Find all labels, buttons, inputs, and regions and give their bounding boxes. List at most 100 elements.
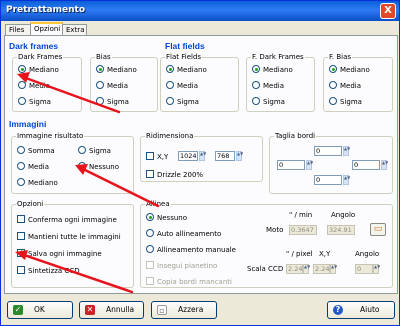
window-title: Pretrattamento <box>6 5 86 15</box>
f-dark-media-radio[interactable]: Media <box>252 81 284 91</box>
f-dark-frames-label: F. Dark Frames <box>251 53 305 62</box>
title-bar[interactable]: Pretrattamento X <box>1 1 399 21</box>
checkbox-unchecked <box>17 215 25 223</box>
resize-xy-checkbox[interactable]: X,Y <box>146 152 168 162</box>
allineamento-manuale-radio[interactable]: Allineamento manuale <box>146 245 236 255</box>
salva-checkbox[interactable]: Salva ogni immagine <box>17 247 102 259</box>
f-dark-sigma-radio[interactable]: Sigma <box>252 97 285 107</box>
allinea-group: Allinea Nessuno Auto allineamento Alline… <box>140 200 393 288</box>
radio-unselected <box>329 97 337 105</box>
crop-left-input[interactable]: 0 <box>277 160 305 170</box>
dark-media-radio[interactable]: Media <box>18 81 50 91</box>
scala-y-input[interactable]: 2.24 <box>313 264 330 274</box>
radio-unselected <box>17 178 25 186</box>
scala-x-input[interactable]: 2.24 <box>286 264 303 274</box>
dark-mediano-radio[interactable]: Mediano <box>18 65 59 75</box>
crop-top-spinner[interactable]: ▲▼ <box>343 146 350 156</box>
crop-top-input[interactable]: 0 <box>314 146 342 156</box>
radio-selected <box>78 162 86 170</box>
scala-angle-input[interactable]: 0 <box>355 264 373 274</box>
aiuto-button[interactable]: ? Aiuto <box>327 301 395 319</box>
scala-y-spinner[interactable]: ▲▼ <box>330 264 337 274</box>
radio-unselected <box>96 81 104 89</box>
bias-label: Bias <box>95 53 112 62</box>
radio-unselected <box>146 245 154 253</box>
f-bias-sigma-radio[interactable]: Sigma <box>329 97 362 107</box>
tab-files[interactable]: Files <box>5 24 31 35</box>
bias-mediano-radio[interactable]: Mediano <box>96 65 137 75</box>
tab-opzioni[interactable]: Opzioni <box>30 22 63 35</box>
flat-mediano-radio[interactable]: Mediano <box>166 65 207 75</box>
radio-unselected <box>166 97 174 105</box>
opzioni-group: Opzioni Conferma ogni immagine Mantieni … <box>11 200 134 288</box>
dark-frames-group: Dark Frames Mediano Media Sigma <box>12 53 82 112</box>
f-bias-group: F. Bias Mediano Media Sigma <box>323 53 393 112</box>
reset-icon: ▫ <box>157 305 167 315</box>
f-bias-mediano-radio[interactable]: Mediano <box>329 65 370 75</box>
annulla-button[interactable]: ✕ Annulla <box>79 301 144 319</box>
ok-button[interactable]: ✓ OK <box>7 301 73 319</box>
radio-unselected <box>96 97 104 105</box>
bias-group: Bias Mediano Media Sigma <box>90 53 158 112</box>
allinea-label: Allinea <box>145 200 171 209</box>
azzera-button[interactable]: ▫ Azzera <box>151 301 217 319</box>
crop-bottom-input[interactable]: 0 <box>314 175 342 185</box>
scala-ccd-label: Scala CCD <box>247 265 284 273</box>
mantieni-checkbox[interactable]: Mantieni tutte le immagini <box>17 232 121 242</box>
resize-x-spinner[interactable]: ▲▼ <box>199 151 206 161</box>
checkbox-checked <box>17 247 25 257</box>
mediano-radio[interactable]: Mediano <box>17 178 58 188</box>
resize-x-input[interactable]: 1024 <box>178 151 198 161</box>
drizzle-checkbox[interactable]: Drizzle 200% <box>146 170 203 180</box>
flat-sigma-radio[interactable]: Sigma <box>166 97 199 107</box>
radio-selected <box>146 213 154 221</box>
f-bias-label: F. Bias <box>328 53 353 62</box>
f-bias-media-radio[interactable]: Media <box>329 81 361 91</box>
bias-sigma-radio[interactable]: Sigma <box>96 97 129 107</box>
sintetizza-checkbox[interactable]: Sintetizza CCD <box>17 266 80 276</box>
moto-rate-input[interactable]: 0.3647 <box>289 225 317 235</box>
tab-extra[interactable]: Extra <box>62 24 87 35</box>
flat-media-radio[interactable]: Media <box>166 81 198 91</box>
dark-sigma-radio[interactable]: Sigma <box>18 97 51 107</box>
checkbox-unchecked <box>146 277 154 285</box>
flat-fields-label: Flat Fields <box>165 53 203 62</box>
scala-angle-spinner[interactable]: ▲▼ <box>373 264 380 274</box>
conferma-checkbox[interactable]: Conferma ogni immagine <box>17 215 117 225</box>
taglia-bordi-label: Taglia bordi <box>274 132 317 141</box>
close-button[interactable]: X <box>380 3 396 19</box>
flat-fields-group: Flat Fields Mediano Media Sigma <box>160 53 239 112</box>
radio-unselected <box>78 146 86 154</box>
crop-right-input[interactable]: 0 <box>352 160 380 170</box>
scala-pixel-header: " / pixel <box>286 250 313 258</box>
nessuno-radio[interactable]: Nessuno <box>78 162 119 172</box>
moto-angle-input[interactable]: 324.91 <box>327 225 355 235</box>
folder-icon[interactable]: ▭ <box>370 223 386 236</box>
ok-icon: ✓ <box>13 305 23 315</box>
crop-bottom-spinner[interactable]: ▲▼ <box>343 175 350 185</box>
auto-allineamento-radio[interactable]: Auto allineamento <box>146 229 221 239</box>
ridimensiona-group: Ridimensiona X,Y 1024 ▲▼ 768 ▲▼ Drizzle … <box>140 132 263 182</box>
radio-unselected <box>166 81 174 89</box>
sigma-radio[interactable]: Sigma <box>78 146 111 156</box>
resize-y-input[interactable]: 768 <box>215 151 235 161</box>
resize-y-spinner[interactable]: ▲▼ <box>236 151 243 161</box>
checkbox-unchecked <box>146 152 154 160</box>
pretrattamento-window: Pretrattamento X Files Opzioni Extra Dar… <box>0 0 400 326</box>
crop-left-spinner[interactable]: ▲▼ <box>306 160 313 170</box>
ridimensiona-label: Ridimensiona <box>145 132 195 141</box>
checkbox-unchecked <box>17 232 25 240</box>
checkbox-unchecked <box>17 266 25 274</box>
f-dark-mediano-radio[interactable]: Mediano <box>252 65 293 75</box>
immagine-risultato-group: Immagine risultato Somma Sigma Media Nes… <box>11 132 134 194</box>
radio-unselected <box>252 81 260 89</box>
allinea-nessuno-radio[interactable]: Nessuno <box>146 213 187 223</box>
radio-unselected <box>17 162 25 170</box>
media-radio[interactable]: Media <box>17 162 49 172</box>
copia-bordi-checkbox[interactable]: Copia bordi mancanti <box>146 277 232 287</box>
crop-right-spinner[interactable]: ▲▼ <box>381 160 388 170</box>
somma-radio[interactable]: Somma <box>17 146 55 156</box>
scala-x-spinner[interactable]: ▲▼ <box>303 264 310 274</box>
insegui-pianetino-checkbox[interactable]: Insegui pianetino <box>146 261 217 271</box>
bias-media-radio[interactable]: Media <box>96 81 128 91</box>
